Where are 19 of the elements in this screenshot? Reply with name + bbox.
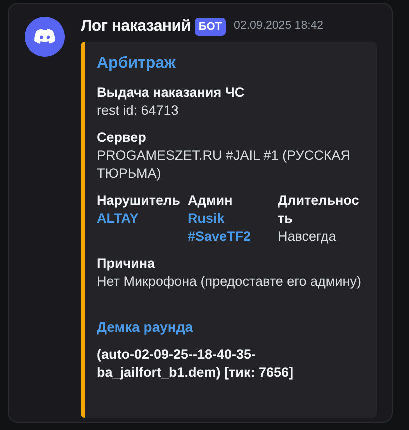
field-name: Причина: [97, 255, 156, 273]
timestamp: 02.09.2025 18:42: [234, 19, 324, 34]
user-link[interactable]: ALTAY: [97, 210, 182, 228]
field-value: rest id: 64713: [97, 102, 180, 120]
field-value: Навсегда: [278, 228, 338, 246]
field-name: Демка раунда: [97, 318, 194, 337]
field-name: Выдача наказания ЧС: [97, 84, 246, 102]
field-value: PROGAMESZET.RU #JAIL #1 (РУССКАЯ ТЮРЬМА): [97, 147, 352, 183]
author-name[interactable]: Лог наказаний: [81, 15, 191, 39]
embed-title[interactable]: Арбитраж: [97, 52, 367, 76]
bot-tag: БОТ: [194, 18, 226, 36]
field-name: Админ: [188, 192, 234, 210]
field-name: Длительность: [278, 192, 360, 228]
field-value: Нет Микрофона (предоставте его админу): [97, 273, 362, 291]
avatar-icon: [25, 17, 65, 57]
user-link[interactable]: Rusik #SaveTF2: [188, 210, 272, 246]
field-name: Сервер: [97, 129, 148, 147]
field-value: (auto-02-09-25--18-40-35-ba_jailfort_b1.dem) [тик: 7656]: [97, 346, 294, 382]
field-name: Нарушитель: [97, 192, 182, 210]
